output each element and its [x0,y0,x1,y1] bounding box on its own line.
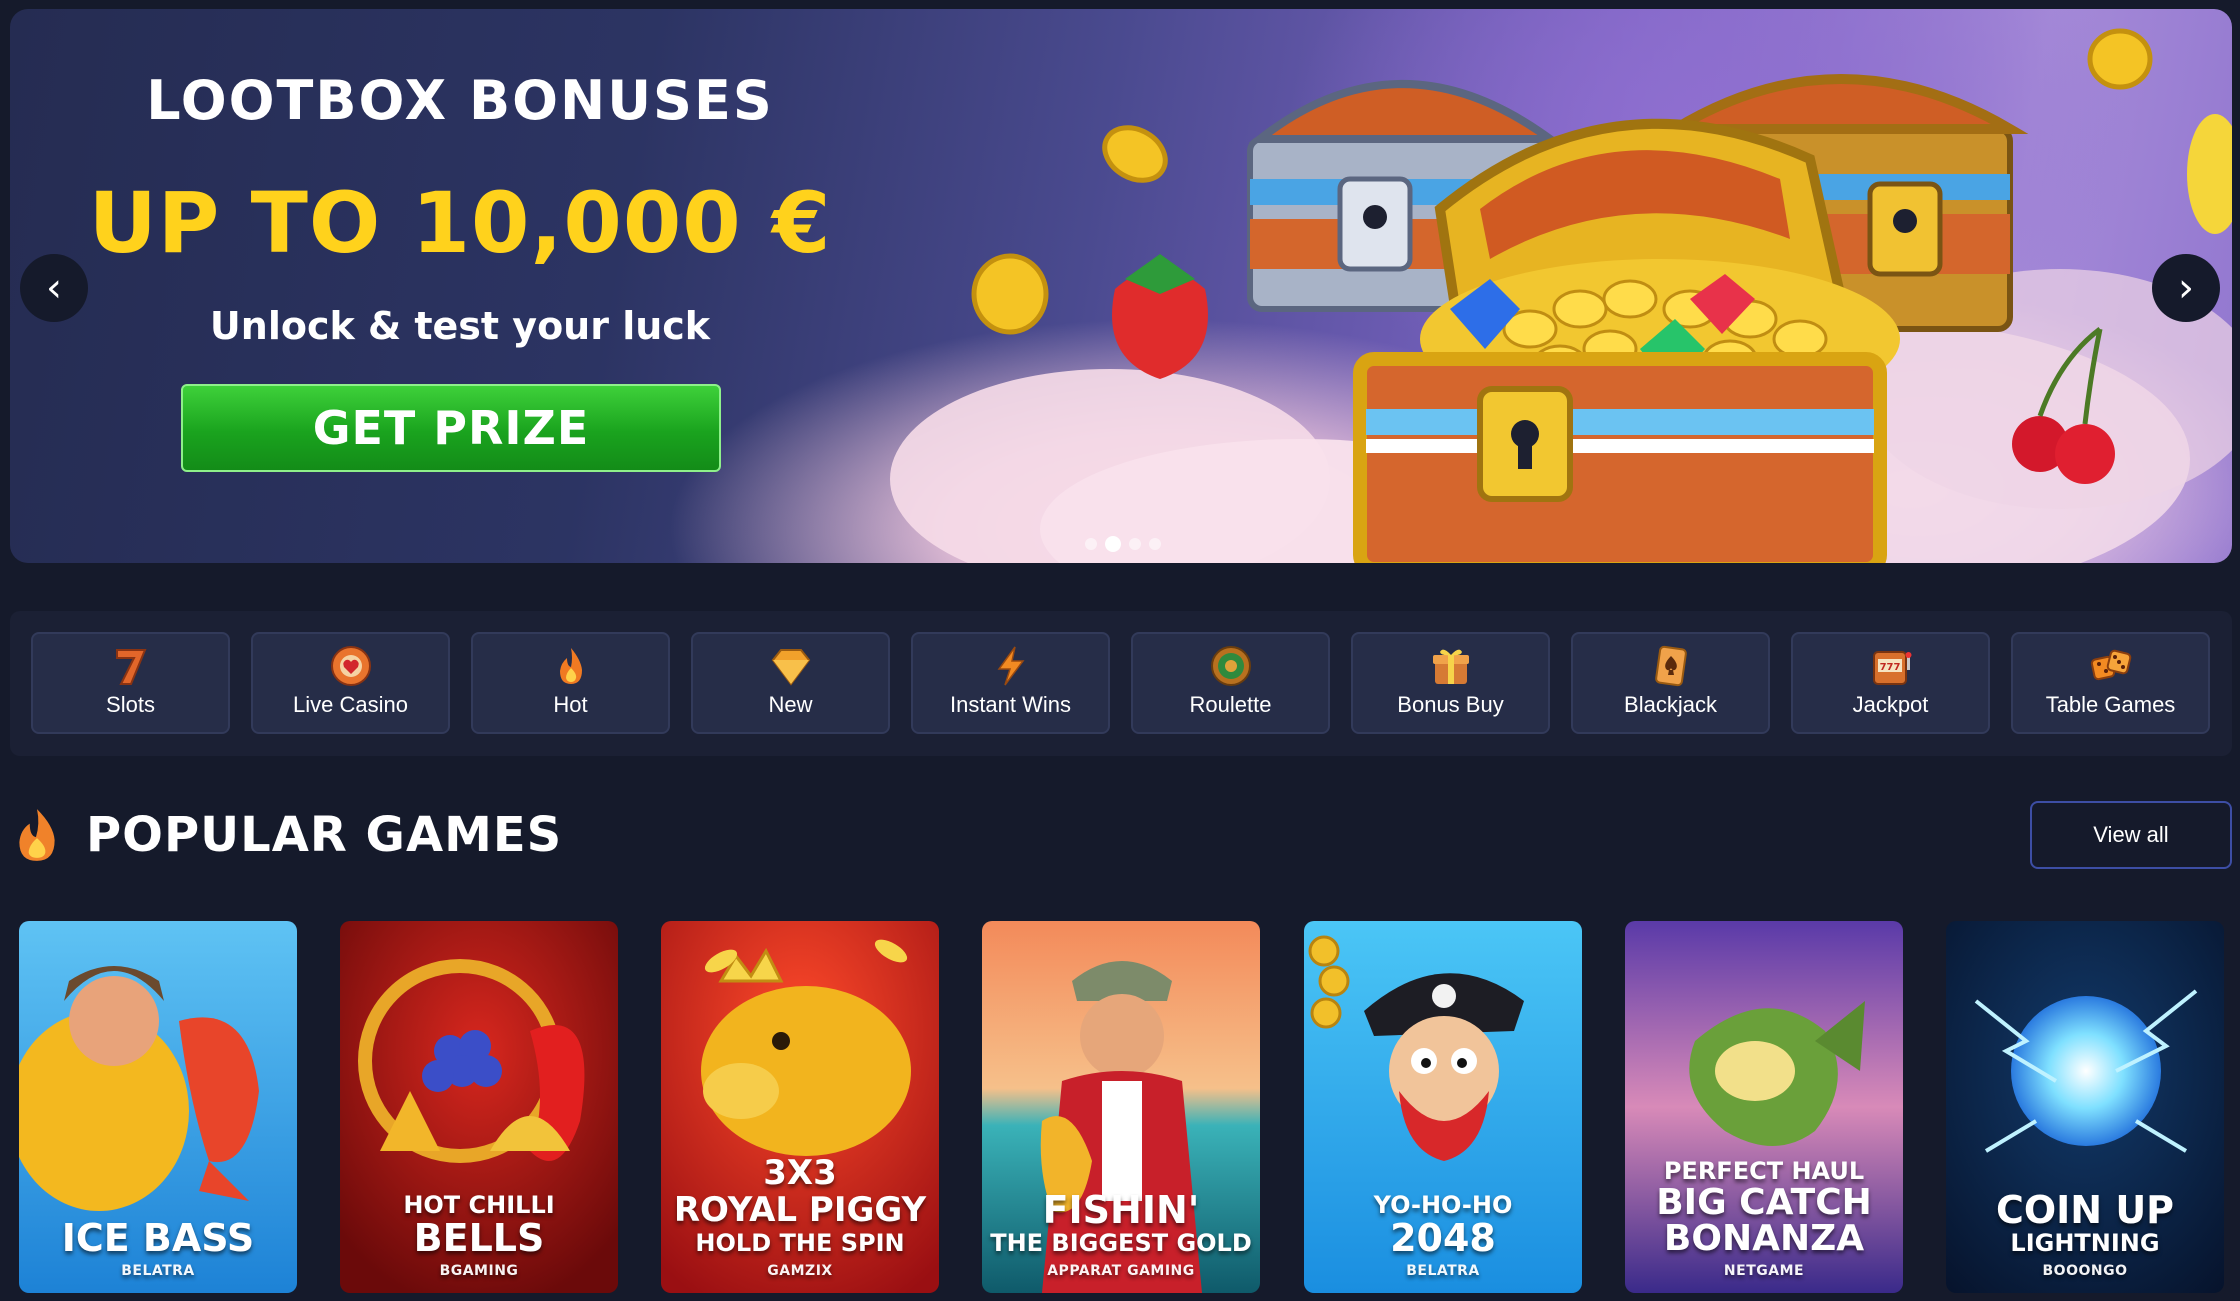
category-table-games[interactable]: Table Games [2011,632,2210,734]
game-provider: APPARAT GAMING [1047,1263,1195,1279]
game-card-hot-chilli-bells[interactable]: HOT CHILLI BELLS BGAMING [340,921,618,1293]
category-roulette[interactable]: Roulette [1131,632,1330,734]
game-title-pre: HOT CHILLI [403,1191,555,1219]
game-title-main: 2048 [1390,1216,1496,1260]
promo-subtitle: Unlock & test your luck [209,304,711,348]
slot-machine-icon: 777 [1872,651,1911,685]
gift-box-icon [1432,649,1469,684]
game-title: FISHIN' THE BIGGEST GOLD APPARAT GAMING [982,1191,1260,1279]
game-title-main: COIN UP [1995,1188,2175,1232]
category-new[interactable]: New [691,632,890,734]
promo-amount: UP TO 10,000 € [88,174,832,272]
svg-text:777: 777 [1879,662,1900,673]
get-prize-button[interactable]: GET PRIZE [181,384,721,472]
category-label: Roulette [1189,692,1272,717]
category-label: Jackpot [1852,692,1929,717]
game-title-pre: PERFECT HAUL [1663,1157,1865,1185]
carousel-dot[interactable] [1149,538,1161,550]
category-label: Hot [553,692,588,717]
category-label: Live Casino [293,692,408,717]
roulette-wheel-icon [1210,646,1251,686]
dice-icon [2090,649,2131,681]
flame-icon [19,809,55,861]
category-label: Slots [106,692,155,717]
category-label: Table Games [2045,692,2176,717]
game-title: COIN UP LIGHTNING BOOONGO [1946,1191,2224,1279]
game-card-royal-piggy[interactable]: 3X3 ROYAL PIGGY HOLD THE SPIN GAMZIX [661,921,939,1293]
game-title-pre: 3X3 [763,1153,837,1193]
game-title-main: ROYAL PIGGY [673,1190,927,1230]
game-provider: BOOONGO [2042,1263,2128,1279]
carousel-dots [1085,536,1161,552]
game-provider: BGAMING [439,1263,519,1279]
carousel-dot[interactable] [1129,538,1141,550]
game-provider: GAMZIX [767,1263,833,1279]
popular-games-header: POPULAR GAMES [14,800,562,870]
category-instant-wins[interactable]: Instant Wins [911,632,1110,734]
game-title-main: BELLS [413,1216,545,1260]
game-title-main: FISHIN' [1042,1188,1200,1232]
carousel-dot-active[interactable] [1105,536,1121,552]
carousel-prev-button[interactable]: ‹ [20,254,88,322]
category-label: New [768,692,813,717]
diamond-icon [771,649,810,686]
category-hot[interactable]: Hot [471,632,670,734]
flame-icon [559,648,582,684]
section-title: POPULAR GAMES [86,807,563,863]
lightning-icon [997,646,1024,686]
promo-banner[interactable]: LOOTBOX BONUSES UP TO 10,000 € Unlock & … [10,9,2232,563]
game-title: HOT CHILLI BELLS BGAMING [340,1191,618,1279]
game-title-post: HOLD THE SPIN [695,1229,905,1257]
game-title: 3X3 ROYAL PIGGY HOLD THE SPIN GAMZIX [661,1155,939,1279]
game-card-fishin[interactable]: FISHIN' THE BIGGEST GOLD APPARAT GAMING [982,921,1260,1293]
game-provider: BELATRA [121,1263,195,1279]
category-live-casino[interactable]: Live Casino [251,632,450,734]
game-title: PERFECT HAUL BIG CATCH BONANZA NETGAME [1625,1157,1903,1279]
game-card-big-catch-bonanza[interactable]: PERFECT HAUL BIG CATCH BONANZA NETGAME [1625,921,1903,1293]
promo-title: LOOTBOX BONUSES [146,69,774,132]
view-all-button[interactable]: View all [2030,801,2232,869]
game-card-ice-bass[interactable]: ICE BASS BELATRA [19,921,297,1293]
game-title-post: THE BIGGEST GOLD [990,1229,1252,1257]
carousel-dot[interactable] [1085,538,1097,550]
game-provider: NETGAME [1723,1263,1805,1279]
category-label: Blackjack [1624,692,1717,717]
game-title-main: BIG CATCH BONANZA [1656,1182,1872,1259]
game-title-main: ICE BASS [61,1216,255,1260]
category-bar: Slots Live Casino Hot New Instant Wins R… [10,611,2232,756]
playing-card-icon [1654,645,1687,687]
game-title: ICE BASS BELATRA [19,1219,297,1279]
category-label: Instant Wins [949,692,1072,717]
category-jackpot[interactable]: 777 Jackpot [1791,632,1990,734]
game-title-pre: YO-HO-HO [1373,1191,1513,1219]
category-bonus-buy[interactable]: Bonus Buy [1351,632,1550,734]
category-label: Bonus Buy [1397,692,1504,717]
category-slots[interactable]: Slots [31,632,230,734]
game-provider: BELATRA [1406,1263,1480,1279]
roulette-chip-icon [330,646,371,686]
category-blackjack[interactable]: Blackjack [1571,632,1770,734]
game-card-yo-ho-ho-2048[interactable]: YO-HO-HO 2048 BELATRA [1304,921,1582,1293]
game-title-post: LIGHTNING [2010,1229,2160,1257]
game-title: YO-HO-HO 2048 BELATRA [1304,1191,1582,1279]
game-card-coin-up-lightning[interactable]: COIN UP LIGHTNING BOOONGO [1946,921,2224,1293]
seven-icon [115,649,146,685]
carousel-next-button[interactable]: › [2152,254,2220,322]
